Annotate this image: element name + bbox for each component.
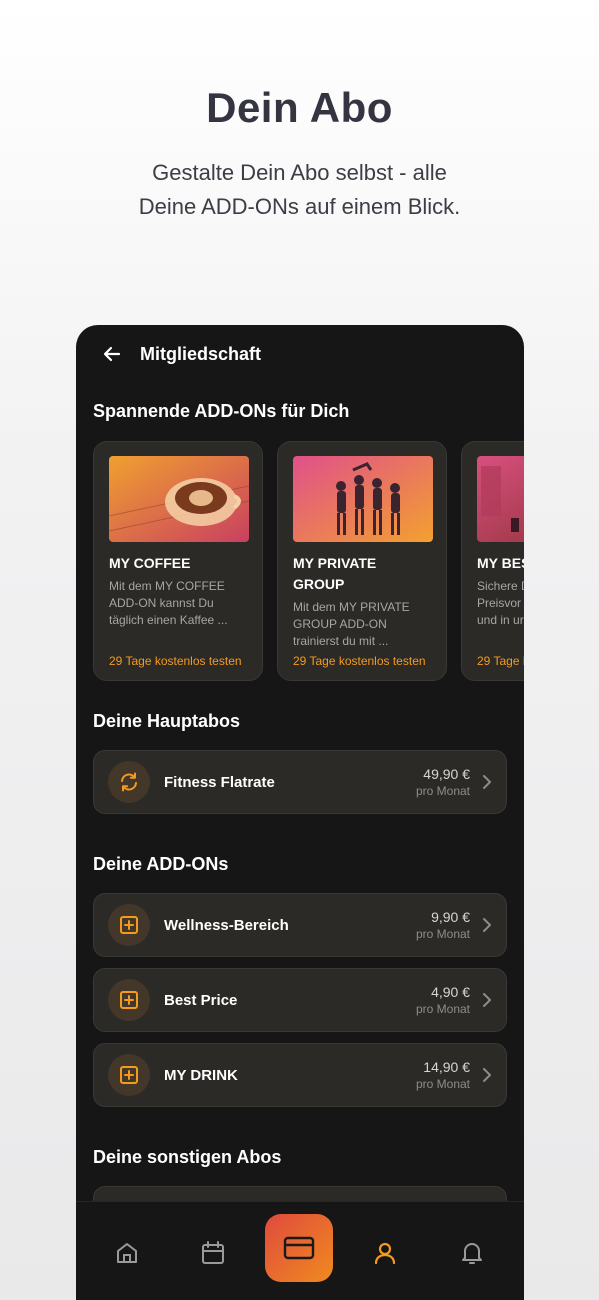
- chevron-right-icon: [483, 993, 491, 1007]
- group-image: [293, 456, 433, 542]
- subscription-label: Fitness Flatrate: [164, 773, 275, 791]
- top-bar: Mitgliedschaft: [102, 343, 261, 365]
- refresh-icon: [108, 761, 150, 803]
- chevron-right-icon: [483, 918, 491, 932]
- price-period: pro Monat: [415, 1001, 470, 1016]
- addon-card-description: Sichere D Preisvor und in ur: [477, 579, 524, 627]
- chevron-right-icon: [483, 775, 491, 789]
- addon-label: Wellness-Bereich: [164, 916, 289, 934]
- addon-card-my-coffee[interactable]: MY COFFEE Mit dem MY COFFEE ADD-ON kanns…: [93, 441, 263, 681]
- price-amount: 49,90 €: [423, 765, 470, 782]
- addon-card-cta[interactable]: 29 Tage k: [477, 654, 524, 668]
- addon-card-title: MY COFFEE: [109, 555, 191, 571]
- home-icon[interactable]: [114, 1240, 140, 1266]
- addon-card-my-best-price[interactable]: MY BES Sichere D Preisvor und in ur 29 T…: [461, 441, 524, 681]
- promo-subtitle: Gestalte Dein Abo selbst - alle Deine AD…: [0, 156, 599, 224]
- phone-screen: Mitgliedschaft Spannende ADD-ONs für Dic…: [76, 325, 524, 1300]
- card-nav-button[interactable]: [265, 1214, 333, 1282]
- price-amount: 4,90 €: [431, 983, 470, 1000]
- section-title-addons-offer: Spannende ADD-ONs für Dich: [93, 401, 350, 421]
- addon-price: 9,90 € pro Monat: [416, 908, 470, 943]
- addon-card-cta[interactable]: 29 Tage kostenlos testen: [293, 654, 426, 668]
- user-icon[interactable]: [372, 1240, 398, 1266]
- price-amount: 14,90 €: [423, 1058, 470, 1075]
- addon-price: 14,90 € pro Monat: [416, 1058, 470, 1093]
- section-title-main-subscriptions: Deine Hauptabos: [93, 711, 241, 731]
- calendar-icon[interactable]: [200, 1240, 226, 1266]
- addon-label: Best Price: [164, 991, 238, 1009]
- section-title-my-addons: Deine ADD-ONs: [93, 854, 229, 874]
- bottom-navigation: [76, 1201, 524, 1300]
- plus-square-icon: [108, 904, 150, 946]
- plus-square-icon: [108, 1054, 150, 1096]
- addon-card-title: MY BES: [477, 555, 524, 571]
- addon-card-title: MY PRIVATE GROUP: [293, 555, 377, 592]
- price-period: pro Monat: [415, 926, 470, 941]
- addon-label: MY DRINK: [164, 1066, 238, 1084]
- coffee-image: [109, 456, 249, 542]
- section-title-other-subscriptions: Deine sonstigen Abos: [93, 1147, 282, 1167]
- plus-square-icon: [108, 979, 150, 1021]
- addon-card-cta[interactable]: 29 Tage kostenlos testen: [109, 654, 242, 668]
- chevron-right-icon: [483, 1068, 491, 1082]
- promo-title: Dein Abo: [206, 84, 393, 131]
- addon-card-my-private-group[interactable]: MY PRIVATE GROUP Mit dem MY PRIVATE GROU…: [277, 441, 447, 681]
- page-title: Mitgliedschaft: [140, 343, 262, 364]
- addon-carousel[interactable]: MY COFFEE Mit dem MY COFFEE ADD-ON kanns…: [93, 441, 524, 681]
- card-icon: [283, 1236, 315, 1260]
- addon-row-my-drink[interactable]: MY DRINK 14,90 € pro Monat: [93, 1043, 507, 1107]
- subscription-price: 49,90 € pro Monat: [416, 765, 470, 800]
- subscription-row-fitness-flatrate[interactable]: Fitness Flatrate 49,90 € pro Monat: [93, 750, 507, 814]
- addon-card-description: Mit dem MY PRIVATE GROUP ADD-ON trainier…: [293, 600, 410, 648]
- addon-row-best-price[interactable]: Best Price 4,90 € pro Monat: [93, 968, 507, 1032]
- promo-subtitle-line-2: Deine ADD-ONs auf einem Blick.: [138, 194, 461, 219]
- addon-row-wellness[interactable]: Wellness-Bereich 9,90 € pro Monat: [93, 893, 507, 957]
- studio-image: [477, 456, 524, 542]
- promo-subtitle-line-1: Gestalte Dein Abo selbst - alle: [152, 160, 447, 185]
- price-amount: 9,90 €: [431, 908, 470, 925]
- addon-card-description: Mit dem MY COFFEE ADD-ON kannst Du tägli…: [109, 579, 228, 627]
- addon-price: 4,90 € pro Monat: [416, 983, 470, 1018]
- bell-icon[interactable]: [459, 1240, 485, 1266]
- price-period: pro Monat: [415, 1076, 470, 1091]
- arrow-left-icon[interactable]: [102, 344, 122, 364]
- price-period: pro Monat: [415, 783, 470, 798]
